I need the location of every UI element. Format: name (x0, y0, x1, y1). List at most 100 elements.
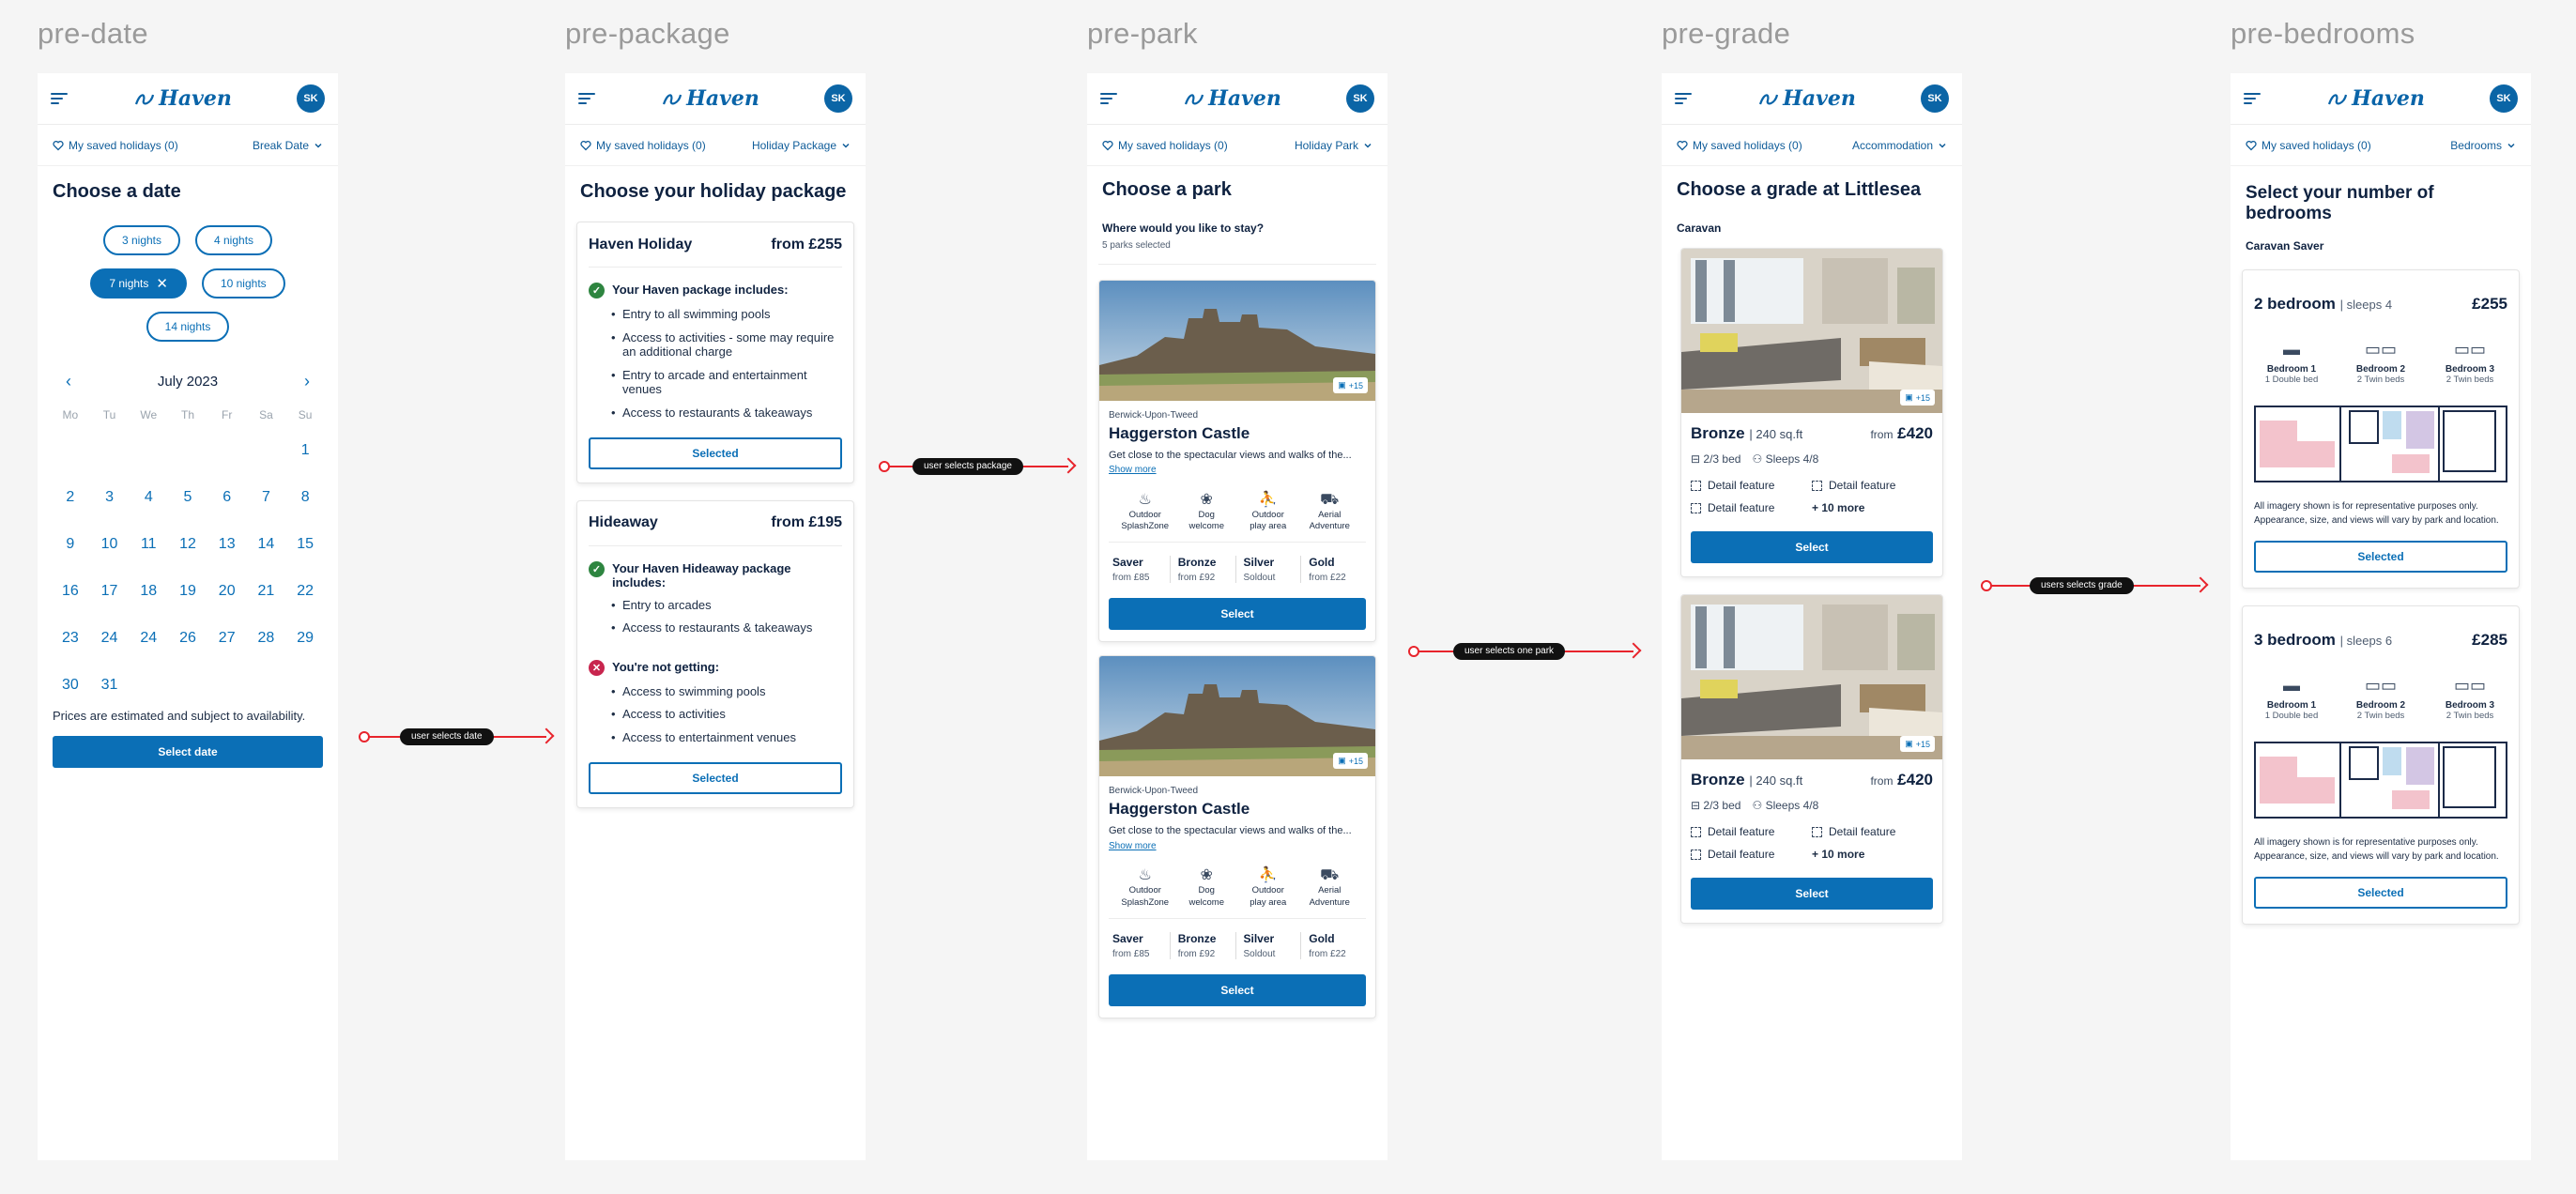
park-count: 5 parks selected (1098, 235, 1376, 265)
more-features-link[interactable]: + 10 more (1812, 501, 1933, 514)
prev-month-icon[interactable]: ‹ (66, 372, 71, 391)
bedroom-card[interactable]: 2 bedroom | sleeps 4 £255 ▬ Bedroom 11 Do… (2242, 269, 2520, 589)
calendar-day[interactable]: 1 (285, 427, 325, 474)
selected-button[interactable]: Selected (2254, 541, 2507, 573)
calendar-day[interactable]: 28 (247, 615, 286, 662)
bedroom-item: ▭▭ Bedroom 32 Twin beds (2432, 340, 2507, 385)
haven-logo[interactable]: Haven (132, 86, 232, 111)
calendar-day[interactable]: 30 (51, 662, 90, 709)
calendar-day[interactable]: 14 (247, 521, 286, 568)
close-icon[interactable]: ✕ (156, 275, 168, 292)
avatar[interactable]: SK (1920, 84, 1949, 113)
photo-count-badge[interactable]: ▣ +15 (1333, 753, 1368, 770)
haven-logo[interactable]: Haven (1756, 86, 1856, 111)
haven-logo[interactable]: Haven (1182, 86, 1281, 111)
photo-count-badge[interactable]: ▣ +15 (1900, 390, 1935, 406)
excludes-heading: ✕ You're not getting: (589, 659, 842, 676)
bedroom-name: Bedroom 2 (2355, 364, 2406, 375)
haven-logo[interactable]: Haven (2325, 86, 2425, 111)
calendar-day[interactable]: 24 (90, 615, 130, 662)
select-park-button[interactable]: Select (1109, 598, 1366, 631)
select-park-button[interactable]: Select (1109, 973, 1366, 1006)
photo-count-badge[interactable]: ▣ +15 (1900, 736, 1935, 752)
calendar-day[interactable]: 17 (90, 568, 130, 615)
calendar-day[interactable]: 5 (168, 474, 207, 521)
calendar-day[interactable]: 12 (168, 521, 207, 568)
menu-icon[interactable] (2244, 93, 2261, 104)
avatar[interactable]: SK (296, 84, 325, 113)
select-date-button[interactable]: Select date (53, 736, 323, 768)
selected-button[interactable]: Selected (589, 436, 842, 469)
chip-4-nights[interactable]: 4 nights (195, 225, 273, 255)
calendar-day[interactable]: 19 (168, 568, 207, 615)
saved-holidays-link[interactable]: My saved holidays (0) (1677, 139, 1802, 152)
chip-14-nights[interactable]: 14 nights (146, 312, 230, 342)
select-grade-button[interactable]: Select (1691, 878, 1933, 910)
show-more-link[interactable]: Show more (1109, 841, 1157, 851)
calendar-day[interactable]: 13 (207, 521, 247, 568)
show-more-link[interactable]: Show more (1109, 465, 1157, 475)
calendar-day[interactable]: 20 (207, 568, 247, 615)
chip-7-nights[interactable]: 7 nights ✕ (90, 268, 187, 298)
calendar-day[interactable]: 6 (207, 474, 247, 521)
sub-header: My saved holidays (0) Break Date (38, 125, 338, 166)
step-dropdown[interactable]: Holiday Park (1295, 139, 1372, 152)
grade-card[interactable]: ▣ +15 Bronze | 240 sq.ft from £420 ⊟ 2/3 … (1680, 248, 1943, 577)
avatar[interactable]: SK (823, 84, 852, 113)
menu-icon[interactable] (578, 93, 595, 104)
chip-10-nights[interactable]: 10 nights (201, 268, 285, 298)
photo-count-badge[interactable]: ▣ +15 (1333, 377, 1368, 393)
calendar-day[interactable]: 31 (90, 662, 130, 709)
saved-holidays-link[interactable]: My saved holidays (0) (580, 139, 706, 152)
heart-icon (53, 140, 64, 150)
flow-arrow-date: user selects date (359, 727, 555, 746)
calendar-day[interactable]: 7 (247, 474, 286, 521)
calendar-day[interactable]: 23 (51, 615, 90, 662)
chip-3-nights[interactable]: 3 nights (102, 225, 180, 255)
menu-icon[interactable] (51, 93, 68, 104)
grade-card[interactable]: ▣ +15 Bronze | 240 sq.ft from £420 ⊟ 2/3 … (1680, 594, 1943, 924)
step-dropdown[interactable]: Break Date (253, 139, 323, 152)
avatar[interactable]: SK (1345, 84, 1374, 113)
calendar-day[interactable]: 24 (129, 615, 168, 662)
calendar-day[interactable]: 29 (285, 615, 325, 662)
calendar-day[interactable]: 3 (90, 474, 130, 521)
avatar[interactable]: SK (2489, 84, 2518, 113)
grade-price: from £22 (1309, 948, 1346, 959)
calendar-day[interactable]: 10 (90, 521, 130, 568)
select-grade-button[interactable]: Select (1691, 531, 1933, 563)
calendar-day[interactable]: 16 (51, 568, 90, 615)
step-dropdown[interactable]: Accommodation (1852, 139, 1947, 152)
calendar-day[interactable]: 18 (129, 568, 168, 615)
menu-icon[interactable] (1100, 93, 1117, 104)
selected-button[interactable]: Selected (2254, 877, 2507, 909)
calendar-day[interactable]: 9 (51, 521, 90, 568)
calendar-day[interactable]: 22 (285, 568, 325, 615)
excludes-list: Access to swimming pools Access to activ… (589, 684, 842, 745)
calendar-day[interactable]: 2 (51, 474, 90, 521)
calendar-day[interactable]: 11 (129, 521, 168, 568)
calendar-day[interactable]: 26 (168, 615, 207, 662)
selected-button[interactable]: Selected (589, 761, 842, 794)
step-dropdown[interactable]: Holiday Package (752, 139, 851, 152)
calendar-day[interactable]: 27 (207, 615, 247, 662)
feature-aerial: ⛟ Aerial Adventure (1301, 866, 1357, 909)
saved-holidays-link[interactable]: My saved holidays (0) (1102, 139, 1228, 152)
calendar-day[interactable]: 8 (285, 474, 325, 521)
bedroom-card[interactable]: 3 bedroom | sleeps 6 £285 ▬ Bedroom 11 Do… (2242, 605, 2520, 925)
calendar-day[interactable]: 4 (129, 474, 168, 521)
next-month-icon[interactable]: › (304, 372, 310, 391)
step-dropdown[interactable]: Bedrooms (2450, 139, 2516, 152)
list-item: Access to activities - some may require … (611, 330, 842, 360)
park-card[interactable]: ▣ +15 Berwick-Upon-Tweed Haggerston Castl… (1098, 655, 1376, 1018)
flow-start-dot (359, 731, 370, 742)
feature-label: Detail feature (1708, 479, 1775, 492)
calendar-day[interactable]: 15 (285, 521, 325, 568)
saved-holidays-link[interactable]: My saved holidays (0) (53, 139, 178, 152)
menu-icon[interactable] (1675, 93, 1692, 104)
more-features-link[interactable]: + 10 more (1812, 848, 1933, 861)
park-card[interactable]: ▣ +15 Berwick-Upon-Tweed Haggerston Castl… (1098, 280, 1376, 643)
saved-holidays-link[interactable]: My saved holidays (0) (2246, 139, 2371, 152)
haven-logo[interactable]: Haven (660, 86, 759, 111)
calendar-day[interactable]: 21 (247, 568, 286, 615)
